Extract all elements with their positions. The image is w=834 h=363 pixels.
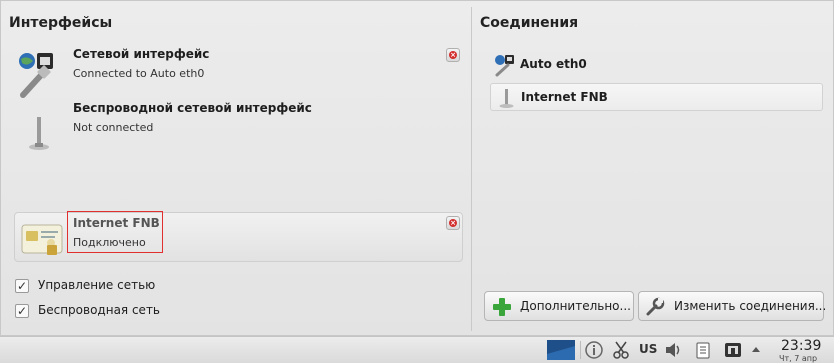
desktop-pager-icon[interactable] [547, 340, 575, 360]
taskbar: US 23:39 Чт, 7 апр [0, 336, 834, 363]
disconnect-active-button[interactable]: × [446, 216, 460, 230]
connection-item-auto-eth0[interactable]: Auto eth0 [490, 51, 823, 79]
checkbox-network-management[interactable]: ✓ [15, 279, 29, 293]
tray-separator [580, 341, 581, 359]
interface-name: Сетевой интерфейс [73, 47, 210, 61]
close-icon: × [449, 51, 457, 59]
clipboard-scissors-icon[interactable] [612, 341, 630, 359]
mobile-broadband-card-icon [21, 223, 63, 257]
connection-label: Internet FNB [521, 90, 608, 104]
interface-item-wireless[interactable]: Беспроводной сетевой интерфейс Not conne… [15, 101, 465, 157]
edit-connections-label: Изменить соединения... [674, 299, 827, 313]
edit-connections-button[interactable]: Изменить соединения... [638, 291, 827, 321]
disconnect-wired-button[interactable]: × [446, 48, 460, 62]
checkbox-wireless[interactable]: ✓ [15, 304, 29, 318]
close-icon: × [449, 219, 457, 227]
more-button-label: Дополнительно... [520, 299, 631, 313]
info-icon[interactable] [585, 341, 603, 359]
clock-date: Чт, 7 апр [779, 354, 818, 363]
interface-status: Not connected [73, 121, 154, 134]
interface-item-wired[interactable]: Сетевой интерфейс Connected to Auto eth0 [15, 47, 465, 103]
checkbox-label: Беспроводная сеть [38, 303, 161, 317]
mobile-broadband-icon [497, 87, 517, 109]
tray-expand-arrow-icon[interactable] [750, 341, 762, 359]
add-icon [492, 297, 512, 317]
wired-network-icon [494, 53, 516, 77]
clock-time: 23:39 [781, 338, 822, 354]
interfaces-title: Интерфейсы [9, 15, 113, 31]
wireless-antenna-icon [17, 103, 59, 153]
connection-item-internet-fnb[interactable]: Internet FNB [490, 83, 823, 111]
connection-label: Auto eth0 [520, 57, 587, 71]
checkbox-label: Управление сетью [38, 278, 156, 292]
network-applet-popup: Интерфейсы Сетевой интерфейс Connected t… [0, 0, 834, 336]
wrench-icon [645, 297, 665, 317]
volume-icon[interactable] [664, 341, 684, 359]
more-button[interactable]: Дополнительно... [484, 291, 634, 321]
interface-status: Connected to Auto eth0 [73, 67, 205, 80]
notes-icon[interactable] [694, 341, 712, 359]
clock[interactable]: 23:39 Чт, 7 апр [770, 338, 830, 363]
keyboard-layout-indicator[interactable]: US [639, 342, 657, 360]
column-divider [471, 7, 472, 331]
active-connection-card[interactable]: Internet FNB Подключено × [14, 211, 463, 262]
network-status-icon[interactable] [723, 341, 743, 359]
highlight-annotation [67, 211, 163, 253]
wired-network-icon [17, 49, 59, 99]
interface-name: Беспроводной сетевой интерфейс [73, 101, 312, 115]
connections-title: Соединения [480, 15, 579, 31]
